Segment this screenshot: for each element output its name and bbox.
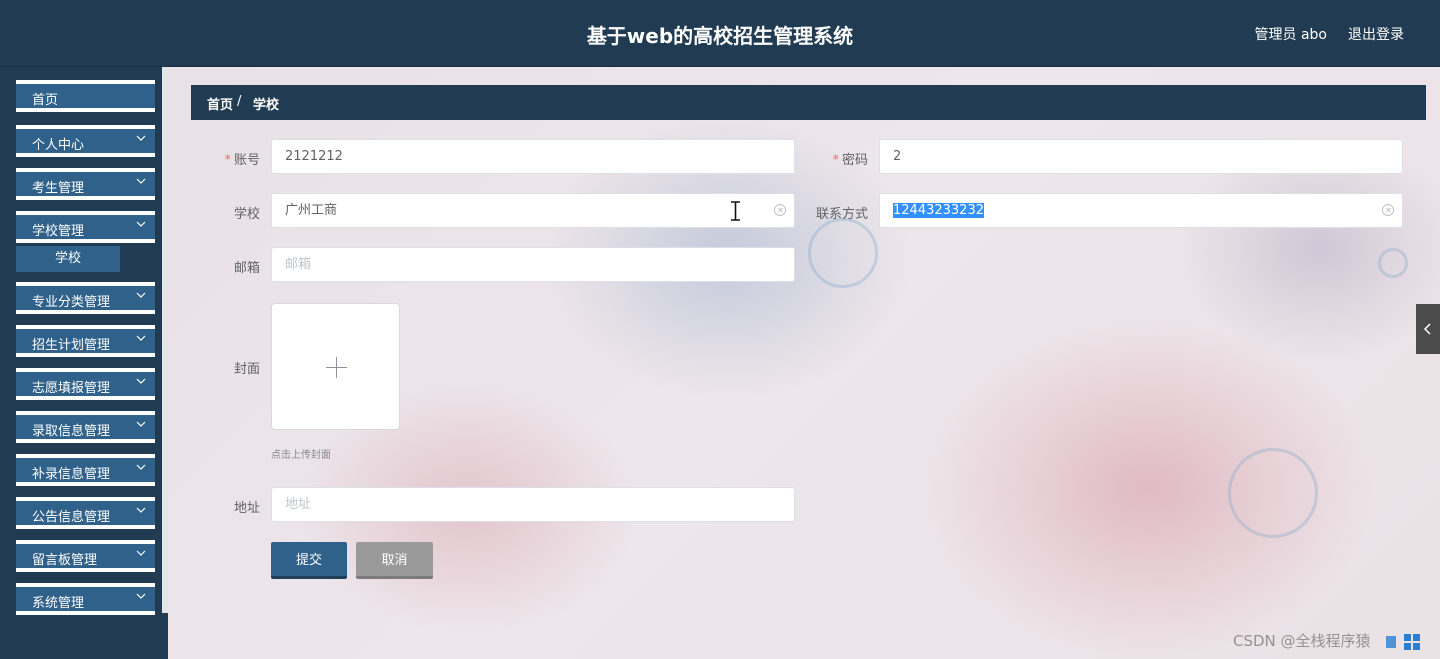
chevron-down-icon [136,135,146,141]
address-label: 地址 [233,501,260,516]
current-user-label: 管理员 abo [1254,27,1327,43]
email-label: 邮箱 [233,261,260,276]
logout-button[interactable]: 退出登录 [1348,24,1404,44]
password-input[interactable]: 2 [879,139,1403,174]
school-input[interactable]: 广州工商 [271,193,795,228]
clear-icon[interactable] [774,204,786,216]
sidebar-item-supplementary[interactable]: 补录信息管理 [16,454,155,486]
sidebar-item-examinee[interactable]: 考生管理 [16,168,155,200]
sidebar-item-label: 首页 [32,93,59,108]
chevron-down-icon [136,221,146,227]
submit-button[interactable]: 提交 [271,542,347,579]
sidebar-item-label: 学校管理 [32,224,85,239]
required-mark: * [224,153,231,168]
breadcrumb: 首页 / 学校 [191,85,1426,120]
sidebar-scrollbar[interactable] [162,67,168,613]
email-input[interactable]: 邮箱 [271,247,795,282]
account-input[interactable]: 2121212 [271,139,795,174]
password-label: * 密码 [832,153,868,168]
sidebar-item-label: 志愿填报管理 [32,381,111,396]
contact-input-value: 12443233232 [893,203,984,218]
text-cursor-icon [731,201,740,221]
contact-label: 联系方式 [815,207,868,222]
side-panel-toggle[interactable] [1416,304,1440,354]
cover-label: 封面 [233,362,260,377]
sidebar-item-label: 专业分类管理 [32,295,111,310]
sidebar-item-label: 录取信息管理 [32,424,111,439]
school-input-value: 广州工商 [285,203,338,218]
chevron-down-icon [136,178,146,184]
sidebar-item-message-board[interactable]: 留言板管理 [16,540,155,572]
breadcrumb-home-link[interactable]: 首页 [207,94,233,113]
school-label: 学校 [233,207,260,222]
required-mark: * [832,153,839,168]
sidebar-item-major-category[interactable]: 专业分类管理 [16,282,155,314]
account-label: * 账号 [224,153,260,168]
chevron-down-icon [136,335,146,341]
chevron-down-icon [136,550,146,556]
clear-icon[interactable] [1382,204,1394,216]
cancel-button[interactable]: 取消 [356,542,433,579]
chevron-down-icon [136,507,146,513]
sidebar-item-personal-center[interactable]: 个人中心 [16,125,155,157]
sidebar-item-label: 个人中心 [32,138,85,153]
sidebar-item-label: 招生计划管理 [32,338,111,353]
sidebar-item-announcement[interactable]: 公告信息管理 [16,497,155,529]
sidebar-item-label: 公告信息管理 [32,510,111,525]
chevron-down-icon [136,593,146,599]
sidebar-item-admission[interactable]: 录取信息管理 [16,411,155,443]
sidebar-item-label: 补录信息管理 [32,467,111,482]
chevron-down-icon [136,378,146,384]
contact-input[interactable]: 12443233232 [879,193,1403,228]
chevron-down-icon [136,292,146,298]
sidebar-item-application[interactable]: 志愿填报管理 [16,368,155,400]
sidebar-item-enrollment-plan[interactable]: 招生计划管理 [16,325,155,357]
cover-upload-box[interactable] [271,303,400,430]
sidebar-item-label: 考生管理 [32,181,85,196]
upload-tip: 点击上传封面 [271,450,331,461]
ime-toolbar-icon [1386,634,1420,650]
top-header: 基于web的高校招生管理系统 管理员 abo 退出登录 [0,0,1440,67]
breadcrumb-separator: / [237,94,242,109]
sidebar-item-school[interactable]: 学校管理 [16,211,155,243]
sidebar-item-label: 留言板管理 [32,553,98,568]
sidebar-item-label: 系统管理 [32,596,85,611]
sidebar-item-home[interactable]: 首页 [16,80,155,112]
app-title: 基于web的高校招生管理系统 [586,24,854,48]
chevron-down-icon [136,464,146,470]
sidebar-subitem-school[interactable]: 学校 [16,246,120,272]
chevron-left-icon [1423,323,1431,335]
sidebar-item-system[interactable]: 系统管理 [16,583,155,615]
address-input[interactable]: 地址 [271,487,795,522]
breadcrumb-current: 学校 [253,98,280,113]
chevron-down-icon [136,421,146,427]
